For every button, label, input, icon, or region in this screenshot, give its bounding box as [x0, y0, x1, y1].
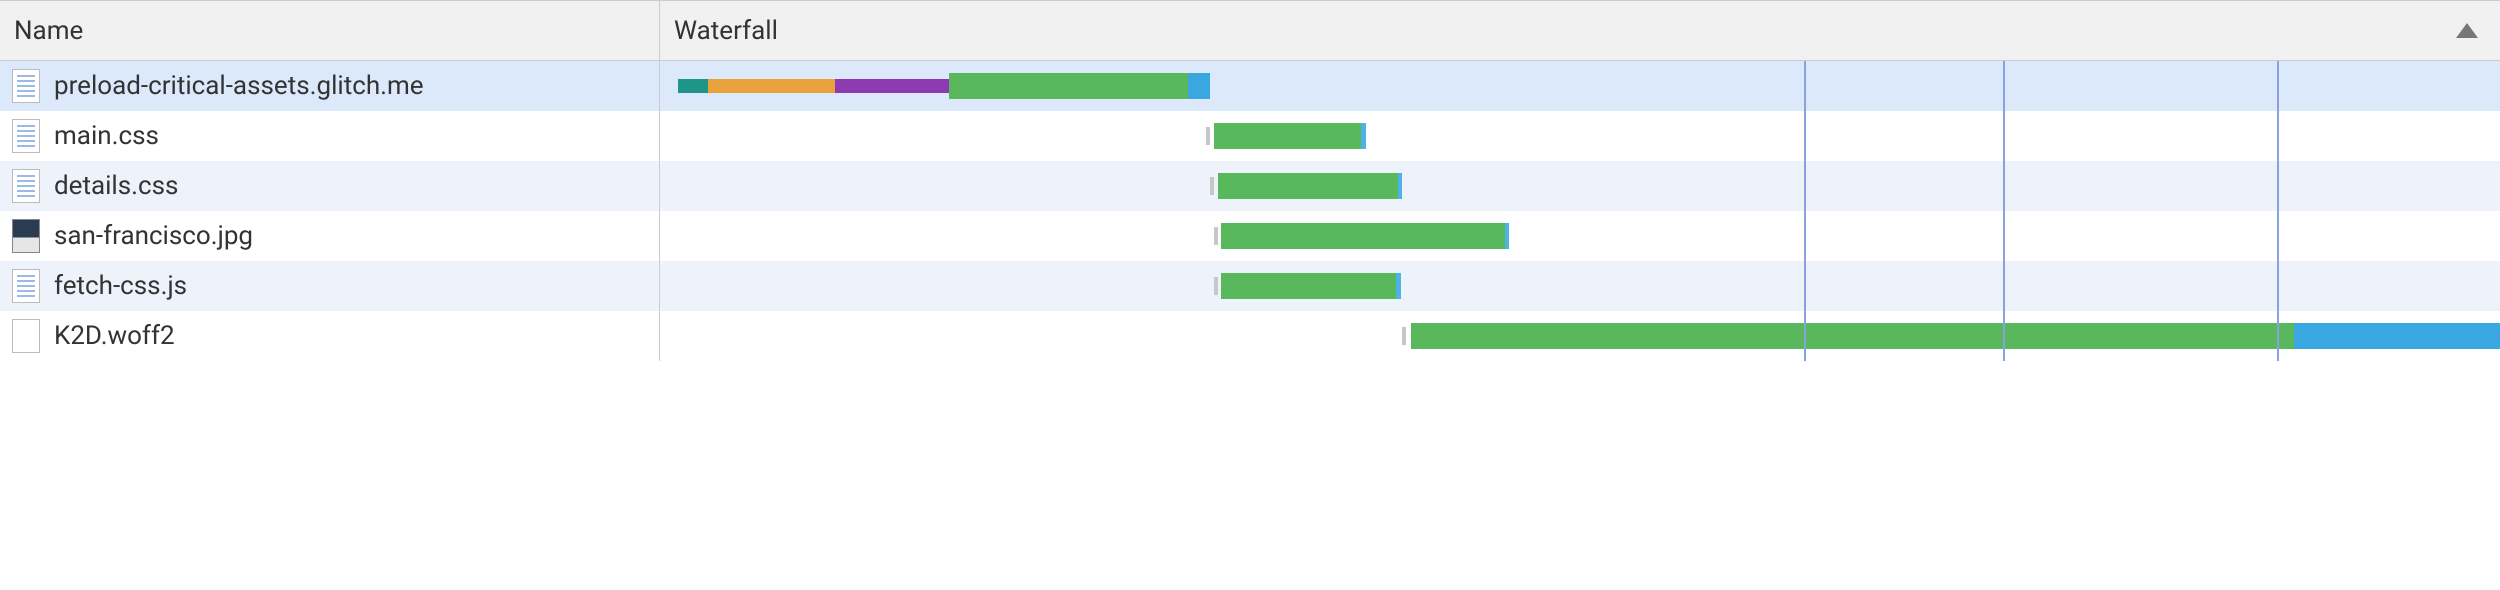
- phase-waiting: [1218, 173, 1398, 199]
- queue-tick: [1214, 277, 1218, 295]
- phase-request: [835, 79, 949, 93]
- name-header-label: Name: [14, 16, 83, 46]
- phase-cap: [1398, 173, 1403, 199]
- waterfall-row[interactable]: [660, 61, 2500, 111]
- waterfall-row[interactable]: [660, 211, 2500, 261]
- phase-queueing: [678, 79, 707, 93]
- phase-download: [1188, 73, 1210, 99]
- phase-download: [2294, 323, 2500, 349]
- request-name: preload-critical-assets.glitch.me: [54, 71, 424, 101]
- name-column-header[interactable]: Name: [0, 1, 659, 61]
- request-name: details.css: [54, 171, 178, 201]
- document-file-icon: [12, 269, 40, 303]
- waterfall-column-header[interactable]: Waterfall: [660, 1, 2500, 61]
- file-icon: [12, 319, 40, 353]
- request-name: K2D.woff2: [54, 321, 175, 351]
- sort-ascending-icon: [2456, 23, 2478, 38]
- timing-bar: [660, 173, 2500, 199]
- document-file-icon: [12, 119, 40, 153]
- table-row[interactable]: main.css: [0, 111, 659, 161]
- timing-marker: [2277, 61, 2279, 361]
- table-row[interactable]: san-francisco.jpg: [0, 211, 659, 261]
- name-rows: preload-critical-assets.glitch.me main.cs…: [0, 61, 659, 361]
- queue-tick: [1214, 227, 1218, 245]
- name-column: Name preload-critical-assets.glitch.me ma…: [0, 1, 660, 361]
- phase-cap: [1361, 123, 1366, 149]
- phase-waiting: [949, 73, 1188, 99]
- phase-waiting: [1214, 123, 1361, 149]
- timing-marker: [2003, 61, 2005, 361]
- table-row[interactable]: K2D.woff2: [0, 311, 659, 361]
- waterfall-row[interactable]: [660, 111, 2500, 161]
- timing-bar: [660, 223, 2500, 249]
- waterfall-header-label: Waterfall: [674, 16, 778, 46]
- table-row[interactable]: fetch-css.js: [0, 261, 659, 311]
- table-row[interactable]: preload-critical-assets.glitch.me: [0, 61, 659, 111]
- phase-waiting: [1221, 223, 1504, 249]
- document-file-icon: [12, 69, 40, 103]
- timing-bar: [660, 273, 2500, 299]
- image-file-icon: [12, 219, 40, 253]
- queue-tick: [1210, 177, 1214, 195]
- waterfall-rows: [660, 61, 2500, 361]
- waterfall-column: Waterfall: [660, 1, 2500, 361]
- timing-bar: [660, 73, 2500, 99]
- timing-bar: [660, 323, 2500, 349]
- timing-bar: [660, 123, 2500, 149]
- request-name: fetch-css.js: [54, 271, 187, 301]
- document-file-icon: [12, 169, 40, 203]
- queue-tick: [1206, 127, 1210, 145]
- request-name: main.css: [54, 121, 159, 151]
- timing-marker: [1804, 61, 1806, 361]
- network-panel: Name preload-critical-assets.glitch.me ma…: [0, 0, 2500, 361]
- phase-cap: [1396, 273, 1401, 299]
- waterfall-row[interactable]: [660, 161, 2500, 211]
- phase-stalled: [708, 79, 835, 93]
- phase-waiting: [1411, 323, 2294, 349]
- request-name: san-francisco.jpg: [54, 221, 253, 251]
- table-row[interactable]: details.css: [0, 161, 659, 211]
- phase-cap: [1505, 223, 1510, 249]
- waterfall-row[interactable]: [660, 261, 2500, 311]
- queue-tick: [1402, 327, 1406, 345]
- phase-waiting: [1221, 273, 1396, 299]
- waterfall-row[interactable]: [660, 311, 2500, 361]
